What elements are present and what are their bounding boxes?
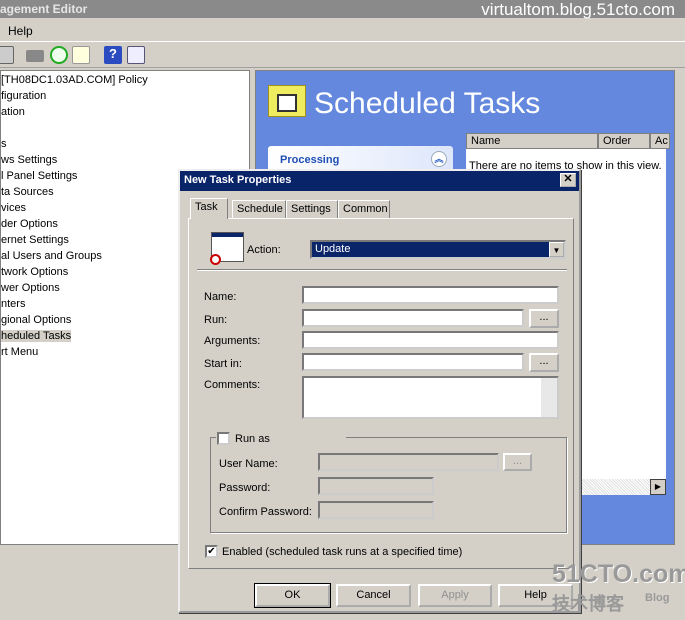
user-name-input[interactable] [318,453,499,471]
site-watermark-subtitle: 技术博客 [552,594,624,614]
refresh-icon[interactable] [50,46,68,64]
confirm-password-label: Confirm Password: [219,506,312,518]
tree-item[interactable]: rt Menu [1,346,38,358]
column-action[interactable]: Ac [650,133,670,149]
clipboard-icon[interactable] [0,46,14,64]
name-input[interactable] [302,286,559,304]
tree-item[interactable]: l Panel Settings [1,170,77,182]
tree-item[interactable]: [TH08DC1.03AD.COM] Policy [1,74,148,86]
tree-item[interactable]: s [1,138,7,150]
user-name-label: User Name: [219,458,278,470]
collapse-icon[interactable]: ︽ [431,151,447,167]
name-label: Name: [204,291,237,303]
cancel-button[interactable]: Cancel [336,584,411,607]
show-hide-icon[interactable] [127,46,145,64]
arguments-label: Arguments: [204,335,261,347]
comments-textarea[interactable] [302,376,559,419]
tree-item[interactable]: nters [1,298,25,310]
tree-item[interactable]: heduled Tasks [1,330,72,342]
run-input[interactable] [302,309,524,327]
menu-bar: Help [0,18,685,42]
export-icon[interactable] [72,46,90,64]
tree-item[interactable]: wer Options [1,282,60,294]
scroll-right-icon[interactable]: ▶ [650,479,666,495]
comments-label: Comments: [204,379,261,391]
column-order[interactable]: Order [598,133,650,149]
tab-task[interactable]: Task [190,198,228,219]
enabled-checkbox[interactable]: ✔ [205,545,218,558]
user-browse-button[interactable]: ... [503,453,532,471]
start-in-label: Start in: [204,358,242,370]
site-watermark-logo: 51CTO.com [552,560,685,588]
password-label: Password: [219,482,271,494]
tab-schedule[interactable]: Schedule [232,200,286,218]
scheduled-tasks-folder-icon [268,85,306,117]
task-tab-panel: Action: Update ▼ Name: Run: ... Arguments… [188,218,574,569]
dialog-title-bar: New Task Properties ✕ [180,171,579,191]
tree-item[interactable]: vices [1,202,26,214]
tree-item[interactable]: twork Options [1,266,68,278]
run-as-checkbox[interactable] [217,432,230,445]
task-window-icon [210,232,244,265]
start-in-input[interactable] [302,353,524,371]
window-title: agement Editor [0,2,88,16]
tree-item[interactable]: figuration [1,90,46,102]
run-as-label: Run as [235,433,270,445]
action-value: Update [315,243,351,255]
apply-button[interactable]: Apply [418,584,492,607]
close-button[interactable]: ✕ [560,173,576,187]
start-in-browse-button[interactable]: ... [529,353,559,372]
password-input[interactable] [318,477,434,495]
url-watermark: virtualtom.blog.51cto.com [481,0,675,19]
tree-item[interactable]: ation [1,106,25,118]
dialog-title: New Task Properties [184,174,292,186]
tree-item[interactable]: der Options [1,218,58,230]
tree-item[interactable]: al Users and Groups [1,250,102,262]
tree-item[interactable]: gional Options [1,314,71,326]
toolbar: ? [0,42,685,68]
help-icon[interactable]: ? [104,46,122,64]
tree-item[interactable]: ws Settings [1,154,57,166]
processing-label: Processing [280,154,340,166]
column-name[interactable]: Name [466,133,598,149]
run-label: Run: [204,314,228,326]
run-browse-button[interactable]: ... [529,309,559,328]
pane-title: Scheduled Tasks [314,87,541,120]
menu-help[interactable]: Help [8,24,33,38]
tab-settings[interactable]: Settings [286,200,338,218]
comments-scrollbar[interactable] [541,378,557,417]
clock-icon [210,254,221,265]
ok-button[interactable]: OK [254,583,331,608]
enabled-label: Enabled (scheduled task runs at a specif… [222,546,463,558]
confirm-password-input[interactable] [318,501,434,519]
action-label: Action: [247,244,281,256]
tree-item[interactable]: ernet Settings [1,234,69,246]
action-select[interactable]: Update ▼ [310,240,566,259]
divider [197,269,567,271]
new-task-properties-dialog: New Task Properties ✕ Task Schedule Setti… [178,169,581,613]
chevron-down-icon[interactable]: ▼ [549,242,564,257]
site-watermark-blog: Blog [645,592,670,604]
tab-common[interactable]: Common [338,200,390,218]
arguments-input[interactable] [302,331,559,349]
print-icon[interactable] [26,50,44,62]
tree-item[interactable]: ta Sources [1,186,54,198]
